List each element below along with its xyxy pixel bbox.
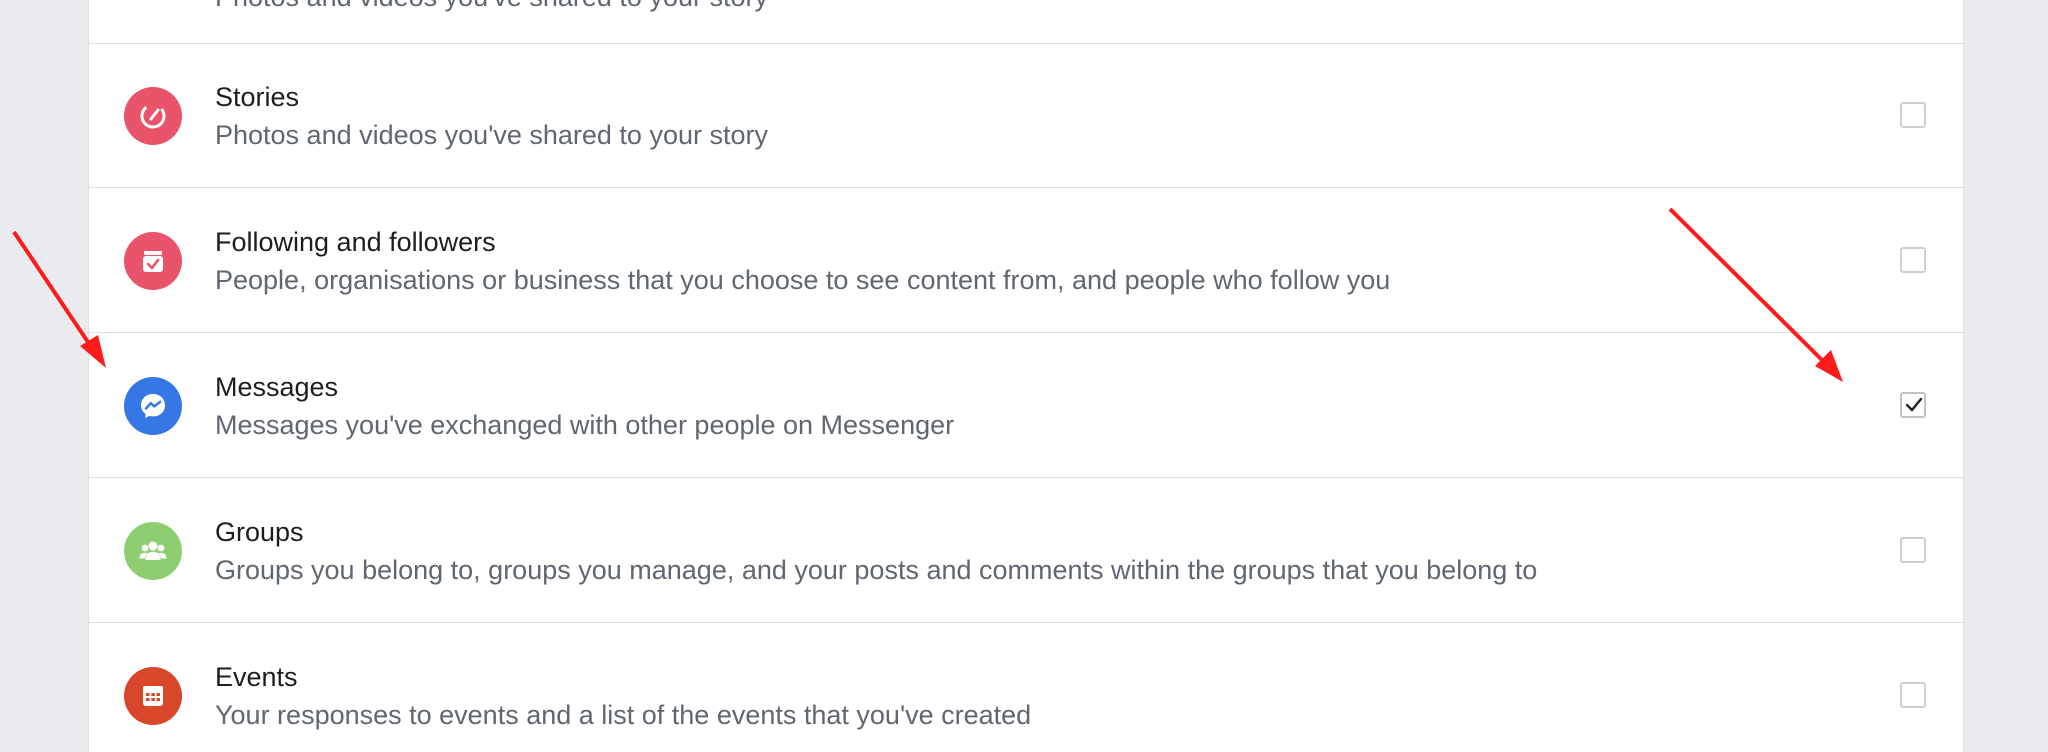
item-title: Messages — [215, 372, 339, 402]
following-checkbox[interactable] — [1900, 247, 1926, 273]
partial-list-item: Photos and videos you've shared to your … — [89, 0, 1963, 44]
screenshot-canvas: Photos and videos you've shared to your … — [0, 0, 2048, 752]
checkmark-icon — [1905, 397, 1923, 412]
item-description: People, organisations or business that y… — [215, 265, 1391, 295]
item-title: Events — [215, 662, 298, 692]
download-info-panel: Photos and videos you've shared to your … — [88, 0, 1964, 752]
list-item-messages: Messages Messages you've exchanged with … — [89, 334, 1963, 478]
groups-checkbox[interactable] — [1900, 537, 1926, 563]
events-checkbox[interactable] — [1900, 682, 1926, 708]
stories-checkbox[interactable] — [1900, 102, 1926, 128]
item-title: Stories — [215, 82, 300, 112]
item-title: Following and followers — [215, 227, 496, 257]
list-item-events: Events Your responses to events and a li… — [89, 624, 1963, 752]
following-icon — [124, 232, 182, 290]
events-icon — [124, 667, 182, 725]
list-item-following: Following and followers People, organisa… — [89, 189, 1963, 333]
messenger-icon — [124, 377, 182, 435]
partial-item-description: Photos and videos you've shared to your … — [215, 0, 768, 13]
stories-icon — [124, 87, 182, 145]
item-title: Groups — [215, 517, 304, 547]
groups-icon — [124, 522, 182, 580]
list-item-groups: Groups Groups you belong to, groups you … — [89, 479, 1963, 623]
item-description: Groups you belong to, groups you manage,… — [215, 555, 1538, 585]
item-description: Photos and videos you've shared to your … — [215, 120, 768, 150]
list-item-stories: Stories Photos and videos you've shared … — [89, 44, 1963, 188]
messages-checkbox[interactable] — [1900, 392, 1926, 418]
item-description: Your responses to events and a list of t… — [215, 700, 1032, 730]
item-description: Messages you've exchanged with other peo… — [215, 410, 955, 440]
